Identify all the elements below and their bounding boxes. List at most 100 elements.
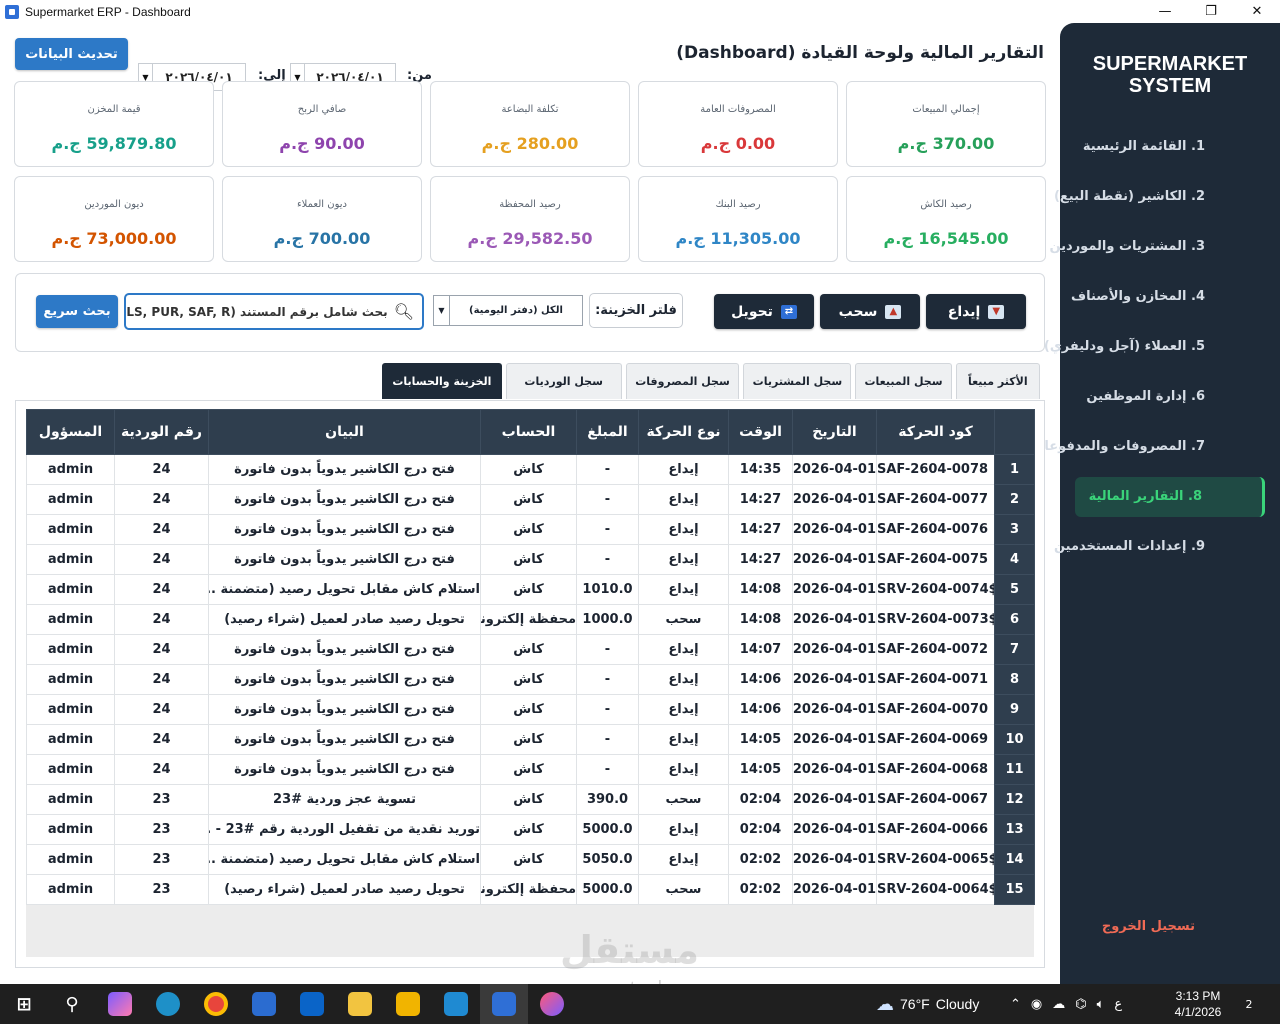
language-indicator[interactable]: ع	[1114, 997, 1122, 1012]
tab-4[interactable]: سجل المصروفات	[625, 363, 740, 399]
table-cell: إيداع	[638, 814, 729, 845]
sidebar-item-7[interactable]: 7. المصروفات والمدفوعات	[1031, 427, 1265, 467]
meet-icon[interactable]: ◉	[1031, 997, 1042, 1012]
tab-2[interactable]: سجل المبيعات	[855, 363, 952, 399]
pen-app-icon[interactable]	[384, 984, 432, 1024]
sidebar-item-3[interactable]: 3. المشتريات والموردين	[1049, 227, 1265, 267]
table-row[interactable]: 13 SAF-2604-0066 2026-04-01 02:04 إيداع 5000.…	[26, 814, 1035, 845]
table-cell: كاش	[480, 454, 577, 485]
windows-start-icon[interactable]: ⊞	[0, 984, 48, 1024]
table-row[interactable]: 15 SRV-2604-0064$ 2026-04-01 02:02 سحب 5000.0…	[26, 874, 1035, 905]
erp-app-icon[interactable]	[480, 984, 528, 1024]
column-header[interactable]: المسؤول	[26, 409, 115, 455]
column-header[interactable]: البيان	[208, 409, 481, 455]
table-cell: كاش	[480, 664, 577, 695]
search-input[interactable]: 🔍︎ بحث شامل برقم المستند (SLS, PUR, SAF,…	[124, 293, 424, 330]
close-button[interactable]: ✕	[1234, 0, 1280, 23]
chrome-icon[interactable]	[192, 984, 240, 1024]
onedrive-icon[interactable]: ☁	[1052, 997, 1065, 1012]
table-row[interactable]: 7 SAF-2604-0072 2026-04-01 14:07 إيداع - كاش فت…	[26, 634, 1035, 665]
kpi-value: 29,582.50 ج.م	[467, 229, 593, 248]
column-header[interactable]: نوع الحركة	[638, 409, 729, 455]
column-header[interactable]: كود الحركة	[876, 409, 995, 455]
row-number: 6	[994, 604, 1035, 635]
table-row[interactable]: 9 SAF-2604-0070 2026-04-01 14:06 إيداع - كاش فت…	[26, 694, 1035, 725]
chevron-down-icon[interactable]: ▼	[434, 296, 450, 325]
sidebar-item-8[interactable]: 8. التقارير المالية	[1075, 477, 1265, 517]
volume-icon[interactable]: 🔈︎	[1097, 997, 1105, 1012]
table-row[interactable]: 3 SAF-2604-0076 2026-04-01 14:27 إيداع - كاش فت…	[26, 514, 1035, 545]
table-row[interactable]: 5 SRV-2604-0074$ 2026-04-01 14:08 إيداع 1010.…	[26, 574, 1035, 605]
table-row[interactable]: 12 SAF-2604-0067 2026-04-01 02:04 سحب 390.0 كا…	[26, 784, 1035, 815]
search-icon[interactable]: ⚲	[48, 984, 96, 1024]
tab-5[interactable]: سجل الورديات	[505, 363, 622, 399]
table-cell: 2026-04-01	[792, 664, 877, 695]
table-row[interactable]: 11 SAF-2604-0068 2026-04-01 14:05 إيداع - كاش ف…	[26, 754, 1035, 785]
column-header[interactable]: التاريخ	[792, 409, 877, 455]
table-row[interactable]: 14 SRV-2604-0065$ 2026-04-01 02:02 إيداع 5050…	[26, 844, 1035, 875]
table-row[interactable]: 4 SAF-2604-0075 2026-04-01 14:27 إيداع - كاش فت…	[26, 544, 1035, 575]
quick-search-button[interactable]: بحث سريع	[36, 295, 118, 328]
column-header[interactable]: رقم الوردية	[114, 409, 209, 455]
table-cell: سحب	[638, 604, 729, 635]
kpi-card: رصيد البنك 11,305.00 ج.م	[638, 176, 838, 262]
kpi-card: رصيد المحفظة 29,582.50 ج.م	[430, 176, 630, 262]
table-cell: كاش	[480, 514, 577, 545]
sidebar-item-2[interactable]: 2. الكاشير (نقطة البيع)	[1054, 177, 1265, 217]
table-cell: admin	[26, 634, 115, 665]
table-cell: محفظة إلكترونية	[480, 874, 577, 905]
deposit-button[interactable]: ▼ إيداع	[926, 294, 1026, 329]
table-row[interactable]: 8 SAF-2604-0071 2026-04-01 14:06 إيداع - كاش فت…	[26, 664, 1035, 695]
tab-1[interactable]: الأكثر مبيعاً	[955, 363, 1040, 399]
sidebar-item-6[interactable]: 6. إدارة الموظفين	[1075, 377, 1265, 417]
logout-link[interactable]: تسجيل الخروج	[1102, 919, 1195, 934]
table-cell: إيداع	[638, 454, 729, 485]
tab-6[interactable]: الخزينة والحسابات	[382, 363, 502, 399]
column-header[interactable]: الوقت	[728, 409, 793, 455]
edge-icon[interactable]	[144, 984, 192, 1024]
kpi-card: ديون الموردين 73,000.00 ج.م	[14, 176, 214, 262]
row-number: 14	[994, 844, 1035, 875]
column-header[interactable]: المبلغ	[576, 409, 639, 455]
table-cell: تحويل رصيد صادر لعميل (شراء رصيد)	[208, 604, 481, 635]
sidebar-item-1[interactable]: 1. القائمة الرئيسية	[1075, 127, 1265, 167]
clock[interactable]: 3:13 PM 4/1/2026	[1168, 988, 1228, 1020]
notification-badge[interactable]: 2	[1238, 994, 1260, 1014]
transfer-button[interactable]: ⇄ تحويل	[714, 294, 814, 329]
paint-app-icon[interactable]	[528, 984, 576, 1024]
refresh-data-button[interactable]: تحديث البيانات	[15, 38, 128, 70]
table-cell: فتح درج الكاشير يدوياً بدون فاتورة	[208, 694, 481, 725]
vscode-icon[interactable]	[432, 984, 480, 1024]
network-icon[interactable]: ⌬	[1075, 997, 1086, 1012]
column-header[interactable]: الحساب	[480, 409, 577, 455]
outlook-icon[interactable]	[288, 984, 336, 1024]
table-cell: 24	[114, 694, 209, 725]
treasury-filter-select[interactable]: ▼ الكل (دفتر اليومية)	[433, 295, 583, 326]
minimize-button[interactable]: —	[1142, 0, 1188, 23]
sidebar-item-5[interactable]: 5. العملاء (آجل ودليفري)	[1044, 327, 1265, 367]
maximize-button[interactable]: ❐	[1188, 0, 1234, 23]
withdraw-button[interactable]: ▲ سحب	[820, 294, 920, 329]
sidebar-item-9[interactable]: 9. إعدادات المستخدمين	[1054, 527, 1265, 567]
copilot-icon[interactable]	[96, 984, 144, 1024]
table-row[interactable]: 2 SAF-2604-0077 2026-04-01 14:27 إيداع - كاش فت…	[26, 484, 1035, 515]
table-cell: فتح درج الكاشير يدوياً بدون فاتورة	[208, 454, 481, 485]
table-cell: -	[576, 514, 639, 545]
table-cell: 24	[114, 754, 209, 785]
table-cell: 14:35	[728, 454, 793, 485]
tab-3[interactable]: سجل المشتريات	[743, 363, 852, 399]
store-icon[interactable]	[240, 984, 288, 1024]
table-cell: تحويل رصيد صادر لعميل (شراء رصيد)	[208, 874, 481, 905]
table-row[interactable]: 1 SAF-2604-0078 2026-04-01 14:35 إيداع - كاش فت…	[26, 454, 1035, 485]
kpi-value: 90.00 ج.م	[279, 134, 365, 153]
chevron-up-icon[interactable]: ⌃	[1010, 997, 1021, 1012]
sidebar-item-4[interactable]: 4. المخازن والأصناف	[1071, 277, 1265, 317]
weather-widget[interactable]: ☁ 76°F Cloudy	[876, 984, 979, 1024]
table-cell: 14:07	[728, 634, 793, 665]
row-number: 13	[994, 814, 1035, 845]
table-row[interactable]: 6 SRV-2604-0073$ 2026-04-01 14:08 سحب 1000.0 م…	[26, 604, 1035, 635]
file-explorer-icon[interactable]	[336, 984, 384, 1024]
table-row[interactable]: 10 SAF-2604-0069 2026-04-01 14:05 إيداع - كاش ف…	[26, 724, 1035, 755]
row-number: 8	[994, 664, 1035, 695]
kpi-value: 0.00 ج.م	[700, 134, 776, 153]
